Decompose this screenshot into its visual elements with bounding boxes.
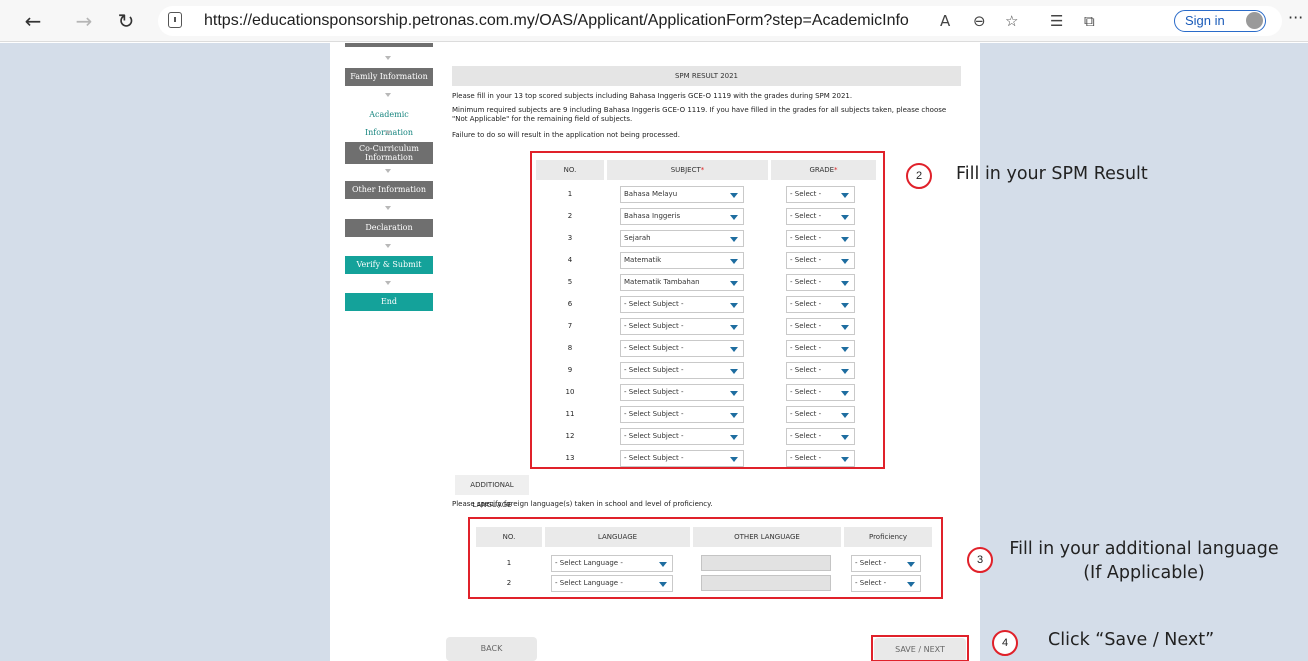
step-academic-information[interactable]: Academic Information <box>345 106 433 137</box>
callout-3-text: Fill in your additional language (If App… <box>1009 539 1279 583</box>
browser-toolbar: ← → ↻ https://educationsponsorship.petro… <box>0 0 1308 42</box>
spm-highlight-box <box>530 151 885 469</box>
step-arrow-icon <box>385 281 391 285</box>
page-info-icon[interactable] <box>168 12 182 28</box>
step-arrow-icon <box>385 131 391 135</box>
callout-4-text: Click “Save / Next” <box>1048 630 1215 650</box>
callout-4-circle: 4 <box>992 630 1018 656</box>
step-end[interactable]: End <box>345 293 433 311</box>
page-left-margin <box>0 43 330 661</box>
spm-note-1: Please fill in your 13 top scored subjec… <box>452 92 853 100</box>
zoom-icon[interactable]: ⊖ <box>973 12 986 30</box>
collections-icon[interactable]: ⧉ <box>1084 12 1095 30</box>
read-aloud-icon[interactable]: A <box>940 12 950 30</box>
lang-highlight-box <box>468 517 943 599</box>
callout-2-circle: 2 <box>906 163 932 189</box>
spm-result-header: SPM RESULT 2021 <box>452 66 961 86</box>
step-previous-tail <box>345 43 433 47</box>
step-family-information[interactable]: Family Information <box>345 68 433 86</box>
step-arrow-icon <box>385 93 391 97</box>
spm-note-2: Minimum required subjects are 9 includin… <box>452 106 947 123</box>
url-text[interactable]: https://educationsponsorship.petronas.co… <box>204 12 909 30</box>
refresh-icon[interactable]: ↻ <box>113 8 139 34</box>
step-arrow-icon <box>385 244 391 248</box>
step-arrow-icon <box>385 169 391 173</box>
step-co-curriculum-information[interactable]: Co-Curriculum Information <box>345 142 433 164</box>
callout-3-circle: 3 <box>967 547 993 573</box>
back-arrow-icon[interactable]: ← <box>20 8 46 34</box>
favorites-icon[interactable]: ☰ <box>1050 12 1063 30</box>
step-declaration[interactable]: Declaration <box>345 219 433 237</box>
step-arrow-icon <box>385 206 391 210</box>
save-highlight-box <box>871 635 969 661</box>
additional-language-header: ADDITIONAL LANGUAGE <box>455 475 529 509</box>
step-arrow-icon <box>385 56 391 60</box>
back-button[interactable]: BACK <box>446 637 537 661</box>
add-favorite-icon[interactable]: ☆ <box>1005 12 1018 30</box>
more-options-icon[interactable]: ··· <box>1288 8 1303 27</box>
additional-language-note: Please specify foreign language(s) taken… <box>452 500 713 508</box>
avatar-icon <box>1246 12 1263 29</box>
address-bar[interactable]: https://educationsponsorship.petronas.co… <box>158 6 1282 36</box>
step-other-information[interactable]: Other Information <box>345 181 433 199</box>
forward-arrow-icon[interactable]: → <box>71 8 97 34</box>
callout-2-text: Fill in your SPM Result <box>956 164 1148 184</box>
spm-note-3: Failure to do so will result in the appl… <box>452 131 680 139</box>
sign-in-button[interactable]: Sign in <box>1174 10 1266 32</box>
step-verify-submit[interactable]: Verify & Submit <box>345 256 433 274</box>
